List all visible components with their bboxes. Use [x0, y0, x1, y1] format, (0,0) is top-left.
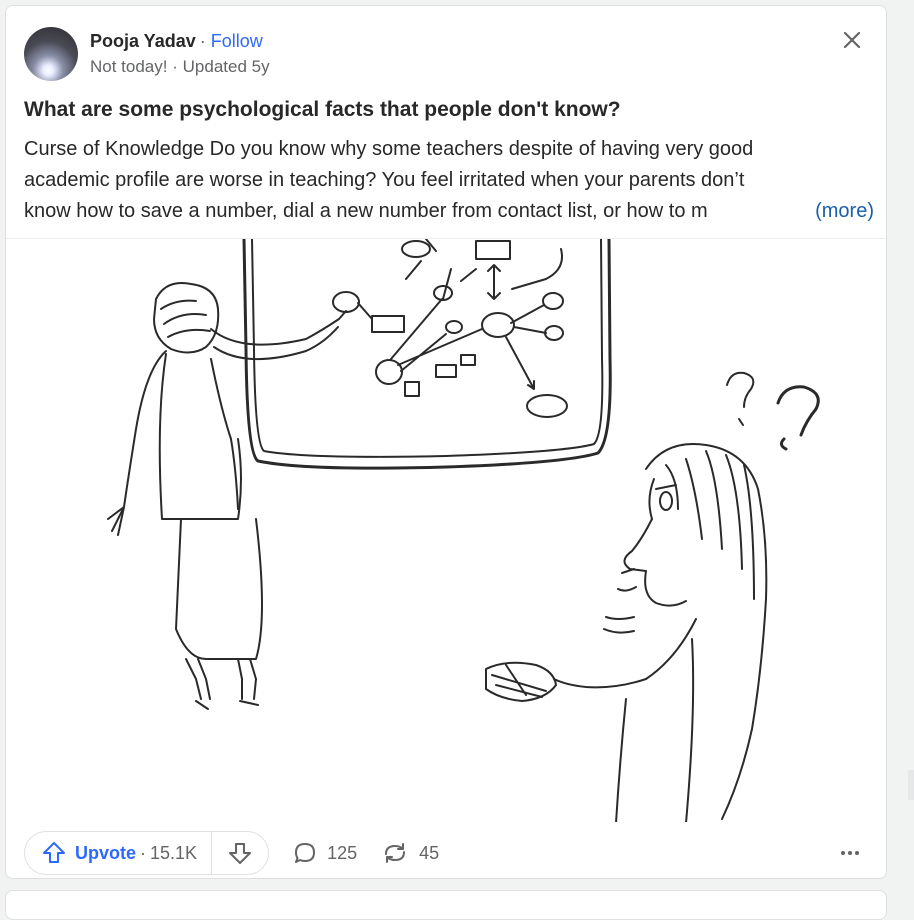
- more-link[interactable]: (more): [813, 196, 874, 227]
- author-meta: Pooja Yadav · Follow Not today! · Update…: [90, 29, 270, 79]
- scrollbar[interactable]: [908, 770, 914, 800]
- author-credential[interactable]: Not today!: [90, 57, 168, 76]
- more-horizontal-icon: [841, 851, 859, 855]
- author-row: Pooja Yadav · Follow: [90, 29, 270, 53]
- excerpt-fade: [714, 196, 804, 227]
- action-bar: Upvote · 15.1K 125 45: [24, 830, 868, 876]
- next-feed-card: [5, 890, 887, 920]
- answer-image[interactable]: [6, 238, 886, 822]
- comments-count: 125: [327, 842, 358, 863]
- subtitle-separator: ·: [172, 57, 178, 76]
- vote-pill: Upvote · 15.1K: [24, 831, 270, 875]
- answer-excerpt[interactable]: Curse of Knowledge Do you know why some …: [24, 134, 874, 227]
- excerpt-line-last: know how to save a number, dial a new nu…: [24, 196, 874, 227]
- reshare-icon: [385, 843, 406, 863]
- follow-button[interactable]: Follow: [211, 29, 263, 53]
- comments-button[interactable]: 125: [293, 841, 357, 865]
- upvote-separator: ·: [140, 842, 147, 863]
- excerpt-line: academic profile are worse in teaching? …: [24, 169, 745, 191]
- avatar[interactable]: [24, 27, 78, 81]
- excerpt-line: know how to save a number, dial a new nu…: [24, 200, 708, 222]
- downvote-arrow-icon: [229, 843, 252, 864]
- share-button[interactable]: 45: [381, 841, 439, 865]
- author-name[interactable]: Pooja Yadav: [90, 29, 196, 53]
- updated-time[interactable]: Updated 5y: [183, 57, 270, 76]
- comment-bubble-icon: [295, 843, 316, 863]
- upvote-button[interactable]: Upvote · 15.1K: [25, 832, 211, 874]
- close-button[interactable]: [840, 28, 864, 52]
- upvote-label: Upvote: [75, 842, 137, 863]
- shares-count: 45: [419, 842, 440, 863]
- close-icon: [843, 31, 861, 49]
- name-separator: ·: [199, 31, 206, 51]
- post-header: Pooja Yadav · Follow Not today! · Update…: [24, 24, 270, 84]
- author-subtitle: Not today! · Updated 5y: [90, 55, 270, 79]
- excerpt-line: Curse of Knowledge Do you know why some …: [24, 138, 754, 160]
- upvote-arrow-icon: [43, 842, 65, 863]
- answer-card: Pooja Yadav · Follow Not today! · Update…: [5, 5, 887, 879]
- more-options-button[interactable]: [832, 835, 868, 871]
- sketch-illustration: [107, 239, 820, 822]
- upvote-count: 15.1K: [150, 842, 198, 863]
- question-title[interactable]: What are some psychological facts that p…: [24, 96, 868, 124]
- downvote-button[interactable]: [212, 832, 268, 874]
